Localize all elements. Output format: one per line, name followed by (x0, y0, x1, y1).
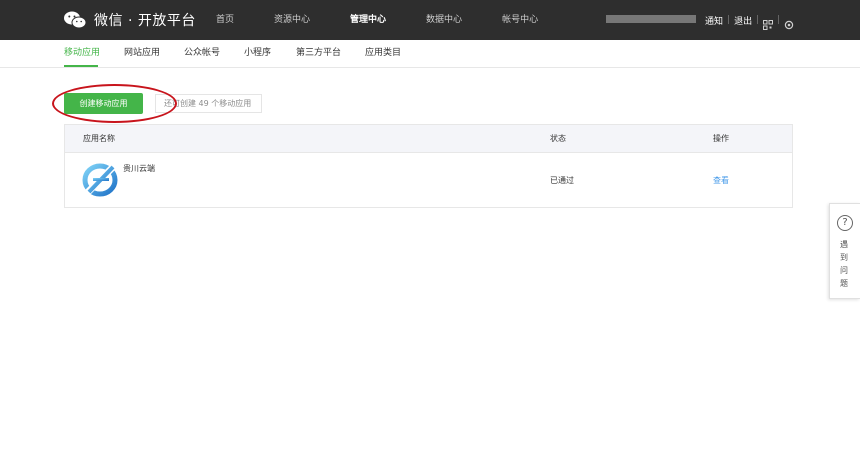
table-header: 应用名称 状态 操作 (65, 125, 792, 153)
qr-code-icon[interactable] (763, 15, 774, 30)
app-name[interactable]: 贵川云端 (123, 163, 155, 174)
tab-mobile-apps[interactable]: 移动应用 (64, 40, 100, 66)
account-name-redacted[interactable] (606, 15, 696, 23)
help-side-tab[interactable]: ? 遇 到 问 题 (829, 203, 860, 299)
app-logo-icon (82, 162, 118, 197)
tab-official-accounts[interactable]: 公众帐号 (184, 40, 220, 66)
nav-item-management[interactable]: 管理中心 (350, 0, 386, 40)
divider: | (777, 15, 781, 25)
nav-item-home[interactable]: 首页 (216, 0, 234, 40)
wechat-logo-icon (64, 11, 86, 29)
nav-item-resources[interactable]: 资源中心 (274, 0, 310, 40)
column-header-name: 应用名称 (83, 134, 115, 143)
column-header-action: 操作 (713, 134, 729, 143)
logo[interactable]: 微信 · 开放平台 (64, 9, 196, 31)
nav-item-account[interactable]: 帐号中心 (502, 0, 538, 40)
question-circle-icon: ? (837, 215, 853, 231)
help-label: 遇 到 问 题 (840, 238, 852, 290)
help-char: 到 (840, 253, 848, 262)
app-table: 应用名称 状态 操作 贵川云端 已通过 查看 (64, 124, 793, 208)
tab-website-apps[interactable]: 网站应用 (124, 40, 160, 66)
help-char: 题 (840, 279, 848, 288)
active-tab-indicator (64, 65, 98, 67)
column-header-status: 状态 (550, 134, 566, 143)
highlight-circle-annotation (52, 84, 177, 123)
tab-third-party-platform[interactable]: 第三方平台 (296, 40, 341, 66)
tab-app-categories[interactable]: 应用类目 (365, 40, 401, 66)
divider: | (756, 15, 760, 25)
view-link[interactable]: 查看 (713, 175, 729, 186)
status-badge: 已通过 (550, 176, 574, 185)
notify-link[interactable]: 通知 (705, 14, 723, 27)
gear-icon[interactable] (784, 15, 794, 30)
sub-nav: 移动应用 网站应用 公众帐号 小程序 第三方平台 应用类目 (0, 40, 860, 68)
top-bar: 微信 · 开放平台 首页 资源中心 管理中心 数据中心 帐号中心 通知 | 退出… (0, 0, 860, 40)
logout-link[interactable]: 退出 (734, 14, 752, 27)
top-nav: 首页 资源中心 管理中心 数据中心 帐号中心 (216, 0, 578, 40)
brand-title: 微信 · 开放平台 (94, 13, 196, 29)
tab-mini-programs[interactable]: 小程序 (244, 40, 271, 66)
help-char: 问 (840, 266, 848, 275)
divider: | (727, 15, 731, 25)
nav-item-data[interactable]: 数据中心 (426, 0, 462, 40)
help-char: 遇 (840, 240, 848, 249)
top-right-links: 通知 | 退出 | | (705, 0, 794, 40)
